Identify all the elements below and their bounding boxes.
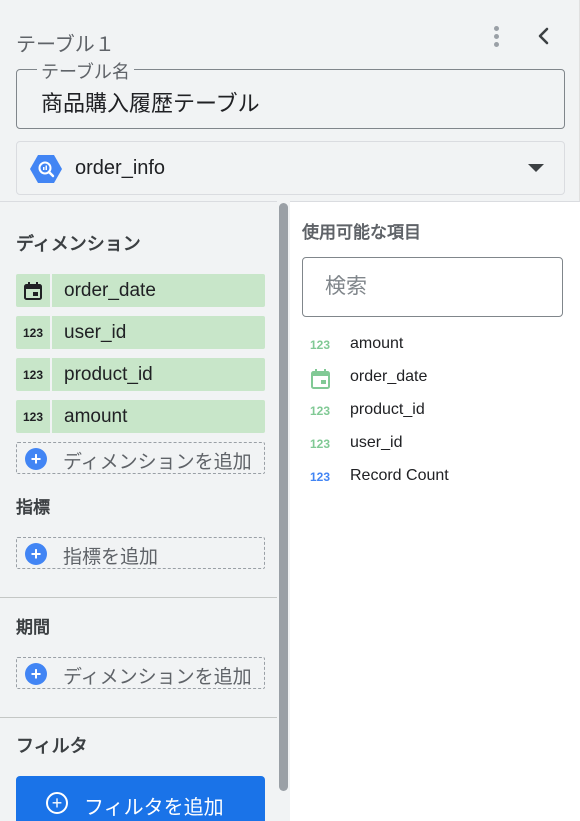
scrollbar-track[interactable]: [277, 201, 290, 821]
numeric-icon: 123: [16, 316, 52, 349]
field-search-box[interactable]: [302, 257, 563, 317]
field-item-label: amount: [350, 335, 404, 352]
add-icon: +: [25, 448, 47, 470]
bigquery-icon: [29, 152, 63, 186]
section-divider: [0, 717, 277, 718]
numeric-icon: 123: [16, 400, 52, 433]
field-search-input[interactable]: [325, 272, 545, 302]
dimensions-title: ディメンション: [16, 234, 141, 254]
dimension-chip-order-date[interactable]: order_date: [16, 274, 265, 307]
field-item-record-count[interactable]: 123 Record Count: [310, 464, 560, 490]
numeric-icon: 123: [310, 437, 331, 451]
field-item-label: product_id: [350, 401, 425, 418]
dimension-chip-label: user_id: [64, 322, 127, 343]
section-divider: [0, 597, 277, 598]
more-options-icon[interactable]: [486, 24, 506, 52]
table-name-value[interactable]: 商品購入履歴テーブル: [41, 86, 260, 118]
table-settings-panel: テーブル１ テーブル名 商品購入履歴テーブル order_info ディメンショ…: [0, 0, 580, 821]
add-metric-label: 指標を追加: [63, 547, 159, 568]
data-source-label: order_info: [75, 157, 166, 179]
filter-title: フィルタ: [16, 736, 88, 756]
field-item-amount[interactable]: 123 amount: [310, 332, 560, 358]
numeric-icon: 123: [310, 404, 331, 418]
add-metric-button[interactable]: + 指標を追加: [16, 537, 265, 569]
dropdown-caret-icon: [528, 164, 544, 172]
numeric-icon: 123: [16, 358, 52, 391]
field-item-label: order_date: [350, 368, 428, 385]
field-item-order-date[interactable]: order_date: [310, 365, 560, 391]
numeric-icon: 123: [310, 470, 331, 484]
add-icon: +: [25, 543, 47, 565]
calendar-icon: [310, 369, 334, 389]
add-icon: +: [25, 663, 47, 685]
period-title: 期間: [16, 618, 50, 637]
table-name-legend: テーブル名: [37, 58, 134, 84]
add-filter-button[interactable]: + フィルタを追加: [16, 776, 265, 821]
add-dimension-label: ディメンションを追加: [63, 452, 252, 473]
panel-title: テーブル１: [16, 34, 115, 56]
add-period-dimension-button[interactable]: + ディメンションを追加: [16, 657, 265, 689]
field-item-label: user_id: [350, 434, 403, 451]
available-fields-title: 使用可能な項目: [302, 223, 421, 242]
add-dimension-button[interactable]: + ディメンションを追加: [16, 442, 265, 474]
add-filter-label: フィルタを追加: [84, 797, 224, 819]
dimension-chip-user-id[interactable]: 123 user_id: [16, 316, 265, 349]
dimension-chip-label: product_id: [64, 364, 153, 385]
available-fields-column: 使用可能な項目 123 amount order_date 123 pro: [290, 201, 580, 821]
add-circle-icon: +: [46, 792, 68, 814]
field-item-user-id[interactable]: 123 user_id: [310, 431, 560, 457]
data-source-select[interactable]: order_info: [16, 141, 565, 195]
config-column: ディメンション order_date 123 user_id 123 produ…: [0, 201, 277, 821]
metrics-title: 指標: [16, 498, 50, 517]
add-period-label: ディメンションを追加: [63, 667, 252, 688]
calendar-icon: [16, 274, 52, 307]
table-name-field[interactable]: テーブル名 商品購入履歴テーブル: [16, 58, 565, 129]
field-item-label: Record Count: [350, 467, 449, 484]
numeric-icon: 123: [310, 338, 331, 352]
field-item-product-id[interactable]: 123 product_id: [310, 398, 560, 424]
dimension-chip-label: order_date: [64, 280, 156, 301]
scrollbar-thumb[interactable]: [279, 203, 288, 791]
dimension-chip-amount[interactable]: 123 amount: [16, 400, 265, 433]
dimension-chip-label: amount: [64, 406, 128, 427]
dimension-chip-product-id[interactable]: 123 product_id: [16, 358, 265, 391]
chevron-left-icon[interactable]: [532, 22, 556, 50]
